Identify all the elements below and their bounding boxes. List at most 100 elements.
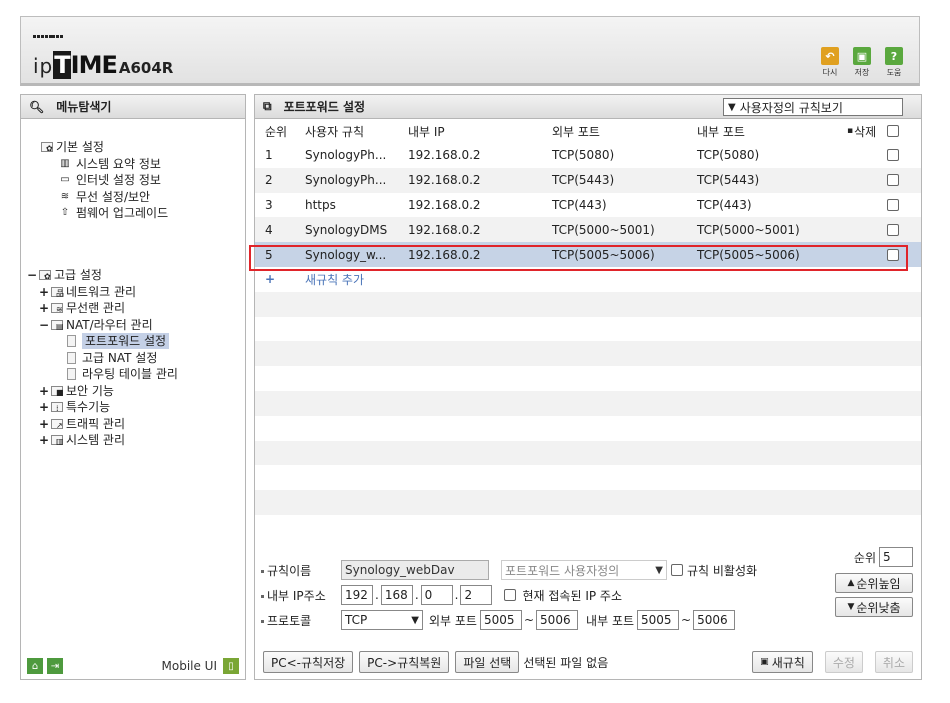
protocol-select[interactable]: TCP ▼: [341, 610, 423, 630]
plus-icon: +: [265, 272, 276, 287]
empty-row: [255, 416, 921, 441]
collapse-icon[interactable]: −: [39, 317, 51, 333]
triangle-down-icon: ▼: [847, 602, 855, 612]
menu-footer: ⌂ ⇥ Mobile UI ▯: [21, 653, 245, 679]
new-rule-button[interactable]: ▣ 새규칙: [752, 651, 813, 673]
tree-advanced-nat[interactable]: 고급 NAT 설정: [27, 350, 178, 367]
tree-nat-router[interactable]: − ▤ NAT/라우터 관리: [27, 317, 178, 334]
table-row[interactable]: 2 SynologyPh... 192.168.0.2 TCP(5443) TC…: [255, 167, 921, 193]
folder-router-icon: ▤: [51, 319, 64, 330]
empty-row: [255, 366, 921, 391]
tree-port-forward[interactable]: 포트포워드 설정: [27, 333, 178, 350]
tree-internet-info[interactable]: ▭ 인터넷 설정 정보: [41, 172, 168, 189]
basic-settings-tree: ✿ 기본 설정 ▥ 시스템 요약 정보 ▭ 인터넷 설정 정보 ≋ 무선 설정/…: [41, 139, 168, 222]
rule-edit-form: 규칙이름 Synology_webDav 포트포워드 사용자정의 ▼ 규칙 비활성…: [255, 539, 921, 639]
expand-icon[interactable]: +: [39, 416, 51, 432]
cancel-button[interactable]: 취소: [874, 651, 913, 673]
table-row[interactable]: 4 SynologyDMS 192.168.0.2 TCP(5000~5001)…: [255, 217, 921, 243]
tree-security[interactable]: + ■ 보안 기능: [27, 383, 178, 400]
expand-icon[interactable]: +: [39, 284, 51, 300]
save-rules-to-pc-button[interactable]: PC<-규칙저장: [263, 651, 354, 673]
add-rule-row[interactable]: + 새규칙 추가: [255, 267, 921, 292]
table-row[interactable]: 3 https 192.168.0.2 TCP(443) TCP(443): [255, 193, 921, 218]
folder-gear-icon: ✿: [39, 270, 51, 281]
tree-routing-table[interactable]: 라우팅 테이블 관리: [27, 366, 178, 383]
tree-wireless-security[interactable]: ≋ 무선 설정/보안: [41, 189, 168, 206]
chevron-down-icon: ▼: [655, 564, 663, 576]
ip-octet-3[interactable]: 0: [420, 585, 453, 605]
rule-type-select[interactable]: 포트포워드 사용자정의 ▼: [501, 560, 667, 580]
int-port-to-input[interactable]: 5006: [693, 610, 736, 630]
page-icon: [67, 351, 76, 364]
restore-rules-from-pc-button[interactable]: PC->규칙복원: [359, 651, 450, 673]
chevron-down-icon: ▼: [728, 101, 736, 113]
help-button[interactable]: ? 도움: [881, 47, 907, 78]
rank-down-button[interactable]: ▼ 순위낮춤: [835, 597, 913, 617]
iptime-mini-logo: [33, 27, 64, 41]
ext-port-from-input[interactable]: 5005: [479, 610, 522, 630]
folder-wifi-icon: ≋: [51, 303, 63, 314]
tree-special[interactable]: + ⁞ 특수기능: [27, 399, 178, 416]
disable-rule-checkbox[interactable]: [671, 564, 683, 576]
refresh-button[interactable]: ↶ 다시: [817, 47, 843, 78]
home-icon[interactable]: ⌂: [27, 658, 43, 674]
help-icon: ?: [885, 47, 903, 65]
choose-file-button[interactable]: 파일 선택: [455, 651, 520, 673]
ip-octet-4[interactable]: 2: [460, 585, 493, 605]
tree-firmware-upgrade[interactable]: ⇧ 펌웨어 업그레이드: [41, 205, 168, 222]
ip-octet-1[interactable]: 192: [341, 585, 373, 605]
rule-name-input[interactable]: Synology_webDav: [341, 560, 489, 580]
tree-traffic[interactable]: + ↗ 트래픽 관리: [27, 416, 178, 433]
expand-icon[interactable]: +: [39, 300, 51, 316]
expand-icon[interactable]: +: [39, 399, 51, 415]
row-delete-checkbox[interactable]: [887, 174, 899, 187]
refresh-icon: ↶: [821, 47, 839, 65]
table-row[interactable]: 1 SynologyPh... 192.168.0.2 TCP(5080) TC…: [255, 143, 921, 168]
file-status: 선택된 파일 없음: [523, 655, 609, 670]
row-delete-checkbox[interactable]: [887, 149, 899, 162]
delete-column-header: ▪ 삭제: [847, 124, 877, 139]
ip-octet-2[interactable]: 168: [380, 585, 413, 605]
select-all-checkbox[interactable]: [887, 125, 899, 137]
rank-up-button[interactable]: ▲ 순위높임: [835, 573, 913, 593]
mobile-ui-link[interactable]: Mobile UI ▯: [162, 658, 239, 674]
empty-row: [255, 341, 921, 367]
empty-row: [255, 291, 921, 317]
folder-special-icon: ⁞: [51, 402, 63, 413]
expand-icon[interactable]: +: [39, 383, 51, 399]
rank-input[interactable]: 5: [879, 547, 913, 567]
collapse-icon[interactable]: −: [27, 267, 39, 283]
app-header: ipTIME A604R ↶ 다시 ▣ 저장 ? 도움: [20, 16, 920, 86]
row-delete-checkbox[interactable]: [887, 248, 899, 261]
page-icon: [67, 368, 76, 381]
wifi-icon: ≋: [60, 190, 70, 202]
brand-logo: ipTIME A604R: [33, 51, 174, 79]
port-forward-title: ⧉ 포트포워드 설정 ▼ 사용자정의 규칙보기: [255, 95, 921, 119]
save-icon: ▣: [853, 47, 871, 65]
folder-chart-icon: ▥: [51, 435, 64, 446]
tree-network-management[interactable]: + 品 네트워크 관리: [27, 284, 178, 301]
tree-advanced-settings[interactable]: − ✿ 고급 설정: [27, 267, 178, 284]
tree-system-management[interactable]: + ▥ 시스템 관리: [27, 432, 178, 449]
page-icon: [67, 335, 76, 348]
tree-wireless-management[interactable]: + ≋ 무선랜 관리: [27, 300, 178, 317]
expand-icon[interactable]: +: [39, 432, 51, 448]
folder-traffic-icon: ↗: [51, 418, 63, 429]
bottom-action-bar: PC<-규칙저장 PC->규칙복원 파일 선택 선택된 파일 없음 ▣ 새규칙 수…: [255, 645, 921, 679]
row-delete-checkbox[interactable]: [887, 223, 899, 236]
ext-port-to-input[interactable]: 5006: [536, 610, 579, 630]
current-ip-checkbox[interactable]: [504, 589, 517, 601]
empty-row: [255, 317, 921, 342]
row-delete-checkbox[interactable]: [887, 198, 899, 211]
save-button[interactable]: ▣ 저장: [849, 47, 875, 78]
table-row-selected[interactable]: 5 Synology_w... 192.168.0.2 TCP(5005~500…: [255, 242, 921, 267]
logout-icon[interactable]: ⇥: [47, 658, 63, 674]
rule-view-select[interactable]: ▼ 사용자정의 규칙보기: [723, 98, 903, 116]
tree-basic-settings[interactable]: ✿ 기본 설정: [41, 139, 168, 156]
int-port-from-input[interactable]: 5005: [637, 610, 680, 630]
modify-button[interactable]: 수정: [824, 651, 863, 673]
tree-system-summary[interactable]: ▥ 시스템 요약 정보: [41, 156, 168, 173]
advanced-settings-tree: − ✿ 고급 설정 + 品 네트워크 관리 + ≋ 무선랜 관리 − ▤ NAT…: [27, 267, 178, 449]
triangle-up-icon: ▲: [847, 578, 855, 588]
empty-row: [255, 390, 921, 416]
